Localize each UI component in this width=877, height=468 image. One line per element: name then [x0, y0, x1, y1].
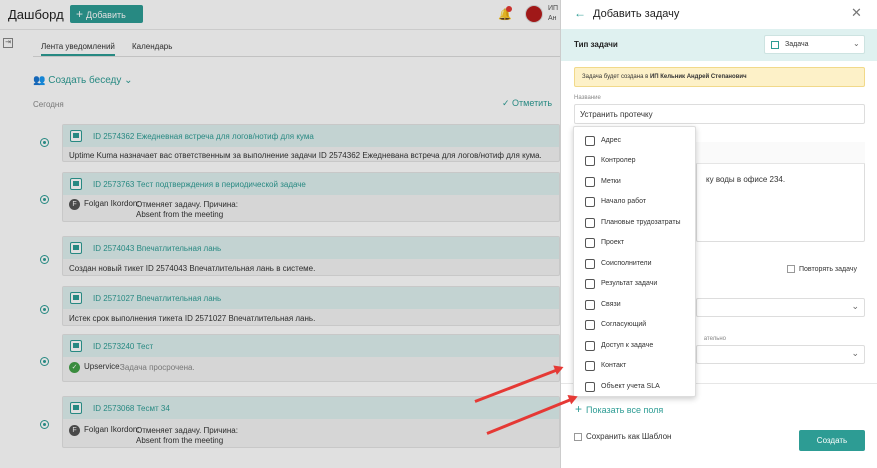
show-all-label: Показать все поля: [586, 405, 664, 415]
dropdown-item-contact[interactable]: Контакт: [574, 356, 697, 376]
back-arrow-icon[interactable]: ←: [574, 6, 586, 20]
dropdown-item-access[interactable]: Доступ к задаче: [574, 336, 697, 356]
calendar-icon: [585, 197, 595, 207]
dropdown-item-label: Доступ к задаче: [601, 342, 654, 349]
org-notice: Задача будет создана в ИП Кельник Андрей…: [574, 67, 865, 87]
dropdown-item-coexecutors[interactable]: Соисполнители: [574, 254, 697, 274]
dropdown-item-label: Результат задачи: [601, 280, 658, 287]
description-text: ку воды в офисе 234.: [706, 175, 786, 184]
dropdown-item-tags[interactable]: Метки: [574, 172, 697, 192]
notice-org: ИП Кельник Андрей Степанович: [649, 74, 747, 80]
task-type-label: Тип задачи: [574, 40, 618, 49]
chevron-down-icon: ⌄: [853, 39, 860, 48]
dropdown-item-label: Объект учета SLA: [601, 383, 660, 390]
lock-icon: [585, 341, 595, 351]
project-icon: [585, 238, 595, 248]
field-label: ательно: [703, 336, 726, 342]
link-icon: [585, 300, 595, 310]
dropdown-item-links[interactable]: Связи: [574, 295, 697, 315]
save-template-checkbox[interactable]: Сохранить как Шаблон: [574, 432, 671, 441]
dropdown-item-approver[interactable]: Согласующий: [574, 315, 697, 335]
panel-title: Добавить задачу: [593, 8, 680, 20]
dropdown-item-label: Контролер: [601, 157, 636, 164]
repeat-label: Повторять задачу: [799, 265, 857, 273]
dropdown-item-project[interactable]: Проект: [574, 233, 697, 253]
name-label: Название: [574, 95, 601, 101]
task-type-bar: Тип задачи Задача ⌄: [561, 29, 877, 61]
chevron-down-icon: ⌄: [851, 348, 859, 358]
dropdown-item-effort[interactable]: Плановые трудозатраты: [574, 213, 697, 233]
dropdown-item-label: Проект: [601, 239, 625, 246]
dropdown-item-label: Начало работ: [601, 198, 647, 205]
plus-icon: +: [575, 402, 583, 416]
create-button[interactable]: Создать: [799, 430, 865, 451]
dropdown-item-result[interactable]: Результат задачи: [574, 274, 697, 294]
show-all-fields-button[interactable]: + Показать все поля: [575, 402, 663, 416]
dropdown-item-start[interactable]: Начало работ: [574, 192, 697, 212]
name-field[interactable]: Устранить протечку: [574, 104, 865, 124]
field-select[interactable]: ⌄: [696, 345, 865, 364]
extra-fields-dropdown: Адрес Контролер Метки Начало работ Плано…: [573, 126, 696, 397]
contact-icon: [585, 361, 595, 371]
dropdown-item-label: Метки: [601, 178, 621, 185]
dropdown-item-sla[interactable]: Объект учета SLA: [574, 377, 697, 397]
dropdown-item-label: Адрес: [601, 137, 622, 144]
notice-text: Задача будет создана в: [582, 74, 649, 80]
close-icon[interactable]: ✕: [851, 5, 862, 21]
dropdown-item-label: Плановые трудозатраты: [601, 219, 681, 226]
user-icon: [585, 156, 595, 166]
clipboard-icon: [585, 320, 595, 330]
save-template-label: Сохранить как Шаблон: [586, 432, 672, 441]
task-icon: [771, 41, 779, 49]
dropdown-item-label: Соисполнители: [601, 260, 652, 267]
modal-overlay[interactable]: [0, 0, 560, 468]
chevron-down-icon: ⌄: [851, 301, 859, 311]
task-type-select[interactable]: Задача ⌄: [764, 35, 865, 54]
dropdown-item-address[interactable]: Адрес: [574, 131, 697, 151]
repeat-checkbox[interactable]: Повторять задачу: [787, 265, 857, 273]
dropdown-item-controller[interactable]: Контролер: [574, 151, 697, 171]
editor-toolbar[interactable]: [696, 142, 865, 164]
dropdown-item-label: Согласующий: [601, 321, 647, 328]
dropdown-item-label: Связи: [601, 301, 621, 308]
hourglass-icon: [585, 382, 595, 392]
dropdown-item-label: Контакт: [601, 362, 627, 369]
timer-icon: [585, 218, 595, 228]
tag-icon: [585, 177, 595, 187]
task-type-value: Задача: [785, 41, 809, 48]
checkbox-icon: [787, 265, 795, 273]
users-icon: [585, 259, 595, 269]
pin-icon: [585, 136, 595, 146]
field-select[interactable]: ⌄: [696, 298, 865, 317]
checkbox-icon: [574, 432, 582, 441]
result-icon: [585, 279, 595, 289]
